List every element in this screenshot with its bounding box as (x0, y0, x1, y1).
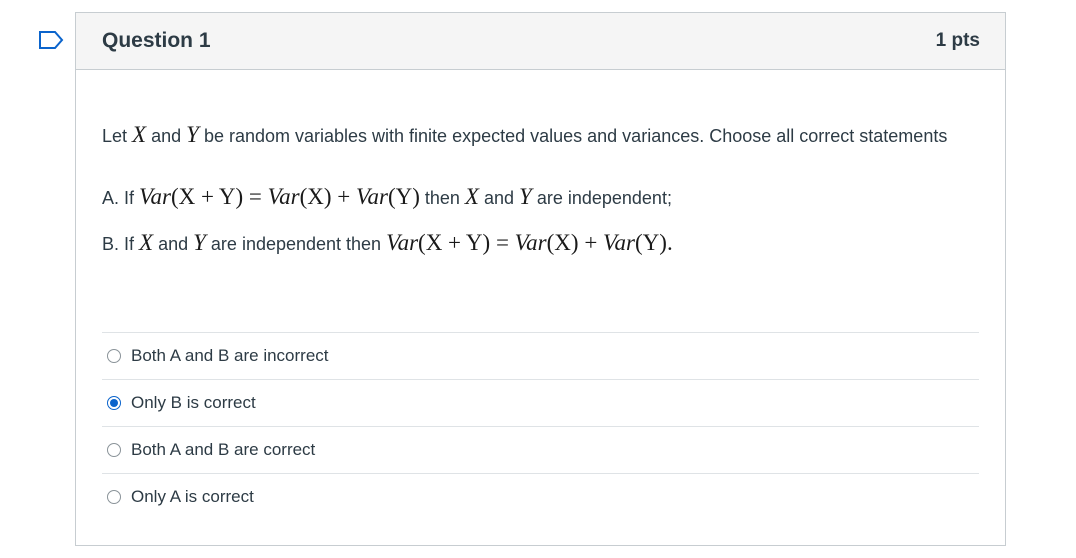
math-y: Y (186, 122, 199, 147)
radio-button[interactable] (107, 443, 121, 457)
math-x: X (464, 184, 479, 209)
statement-text: A. If (102, 188, 140, 208)
prompt-text: Let (102, 126, 133, 146)
math-plus: + (578, 230, 604, 255)
answer-label: Only A is correct (131, 487, 254, 506)
question-card: Question 1 1 pts Let X and Y be random v… (75, 12, 1006, 546)
math-var: Var (386, 230, 419, 255)
answer-option[interactable]: Only B is correct (102, 379, 979, 426)
radio-button[interactable] (107, 490, 121, 504)
answer-list: Both A and B are incorrect Only B is cor… (102, 332, 979, 520)
math-equals: = (243, 184, 268, 209)
math-args: (X + Y) (170, 184, 244, 209)
answer-option[interactable]: Both A and B are incorrect (102, 332, 979, 379)
prompt-text: be random variables with finite expected… (198, 126, 948, 146)
math-var: Var (139, 184, 171, 209)
math-y: Y (193, 230, 206, 255)
question-points: 1 pts (935, 30, 980, 51)
question-title: Question 1 (102, 29, 211, 52)
math-y: Y (519, 184, 532, 209)
prompt-text: and (146, 126, 187, 146)
flag-question-icon[interactable] (38, 30, 64, 50)
answer-option[interactable]: Only A is correct (102, 473, 979, 520)
answer-label: Both A and B are incorrect (131, 346, 329, 365)
question-body: Let X and Y be random variables with fin… (76, 70, 1005, 257)
math-var: Var (267, 184, 300, 209)
statement-text: and (153, 234, 194, 254)
math-var: Var (514, 230, 547, 255)
answer-label: Only B is correct (131, 393, 256, 412)
math-args: (Y) (635, 230, 667, 255)
statement-a: A. If Var(X + Y) = Var(X) + Var(Y) then … (102, 184, 979, 211)
statement-text: then (419, 188, 465, 208)
math-args: (Y) (387, 184, 420, 209)
statement-text: are independent then (205, 234, 387, 254)
radio-dot-icon (110, 399, 118, 407)
math-equals: = (490, 230, 515, 255)
statement-b: B. If X and Y are independent then Var(X… (102, 230, 979, 257)
math-var: Var (603, 230, 635, 255)
question-header: Question 1 1 pts (76, 13, 1005, 70)
math-var: Var (355, 184, 388, 209)
answer-option[interactable]: Both A and B are correct (102, 426, 979, 473)
statement-text: are independent; (531, 188, 672, 208)
math-args: (X) (299, 184, 332, 209)
math-x: X (132, 122, 147, 147)
answer-label: Both A and B are correct (131, 440, 316, 459)
statement-text: B. If (102, 234, 140, 254)
math-plus: + (331, 184, 356, 209)
question-prompt: Let X and Y be random variables with fin… (102, 120, 979, 151)
radio-button-selected[interactable] (107, 396, 121, 410)
radio-button[interactable] (107, 349, 121, 363)
statement-text: and (478, 188, 520, 208)
math-args: (X + Y) (418, 230, 491, 255)
math-args: (X) (546, 230, 579, 255)
math-period: . (666, 230, 673, 255)
math-x: X (139, 230, 154, 255)
